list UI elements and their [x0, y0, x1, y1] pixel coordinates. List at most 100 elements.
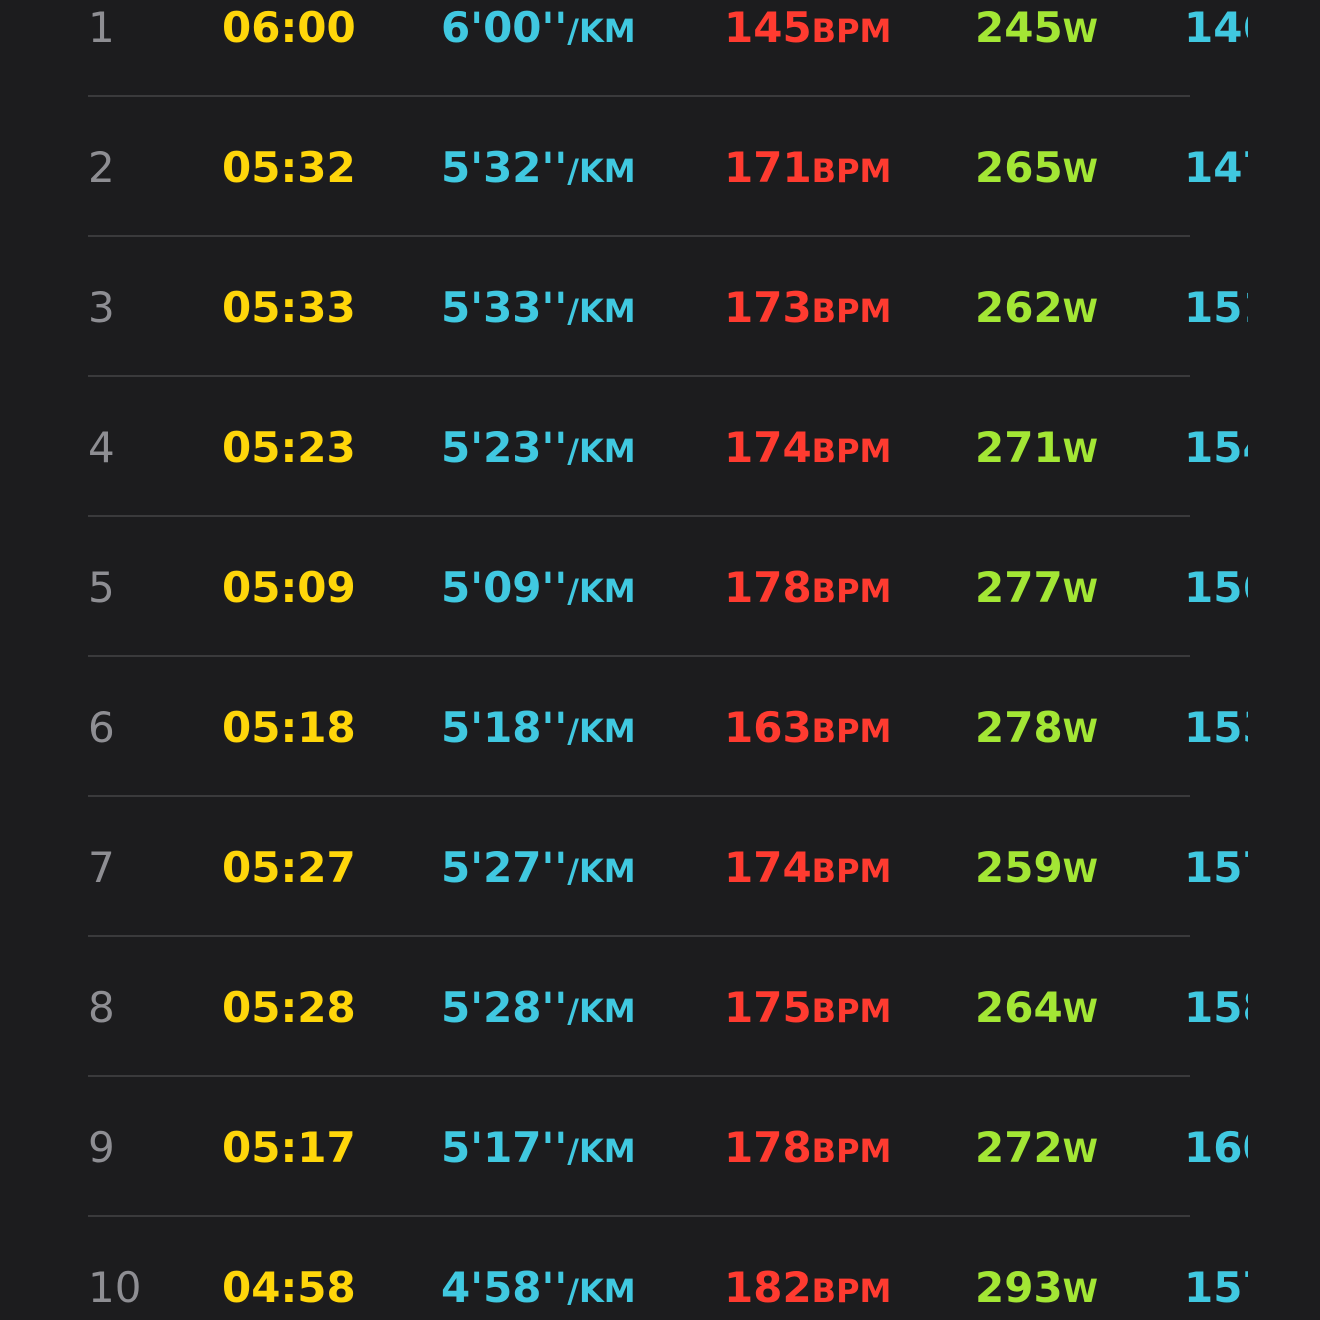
split-power: 245W [975, 7, 1098, 49]
split-time-value: 05:17 [222, 1123, 356, 1172]
split-row[interactable]: 10 04:58 4'58''/KM 182BPM 293W 157 [0, 1218, 1320, 1320]
cadence-value: 154 [1184, 427, 1248, 469]
split-pace-value: 5'27'' [441, 843, 568, 892]
split-index-value: 2 [88, 143, 115, 192]
split-heart-rate: 178BPM [724, 567, 891, 609]
split-heart-rate: 178BPM [724, 1127, 891, 1169]
heart-rate-unit: BPM [811, 1132, 892, 1170]
split-index: 1 [88, 7, 115, 49]
cadence-value: 158 [1184, 987, 1248, 1029]
split-time: 05:17 [222, 1127, 356, 1169]
split-pace-value: 5'28'' [441, 983, 568, 1032]
split-cadence: 146 [1184, 7, 1248, 49]
power-unit: W [1062, 852, 1098, 890]
split-time-value: 05:33 [222, 283, 356, 332]
row-divider [88, 655, 1190, 657]
row-divider [88, 1215, 1190, 1217]
pace-unit: /KM [567, 992, 636, 1030]
pace-unit: /KM [567, 432, 636, 470]
split-time: 05:18 [222, 707, 356, 749]
split-time-value: 04:58 [222, 1263, 356, 1312]
split-power: 265W [975, 147, 1098, 189]
splits-screen: 106:006'00''/KM145BPM245W146205:325'32''… [0, 0, 1320, 1320]
split-heart-rate: 145BPM [724, 7, 891, 49]
heart-rate-value: 163 [724, 703, 812, 752]
split-cadence: 158 [1184, 987, 1248, 1029]
row-divider [88, 935, 1190, 937]
split-time: 05:27 [222, 847, 356, 889]
heart-rate-unit: BPM [811, 712, 892, 750]
split-cadence: 153 [1184, 707, 1248, 749]
split-cadence: 151 [1184, 287, 1248, 329]
split-row[interactable]: 5 05:09 5'09''/KM 178BPM 277W 156 [0, 518, 1320, 658]
split-pace: 6'00''/KM [441, 7, 636, 49]
cadence-value: 153 [1184, 707, 1248, 749]
row-divider [88, 95, 1190, 97]
split-power: 277W [975, 567, 1098, 609]
heart-rate-unit: BPM [811, 1272, 892, 1310]
power-value: 262 [975, 283, 1063, 332]
power-unit: W [1062, 12, 1098, 50]
split-heart-rate: 174BPM [724, 847, 891, 889]
power-value: 293 [975, 1263, 1063, 1312]
split-time: 05:28 [222, 987, 356, 1029]
power-unit: W [1062, 712, 1098, 750]
split-pace-value: 5'33'' [441, 283, 568, 332]
cadence-value: 157 [1184, 1267, 1248, 1309]
split-row[interactable]: 8 05:28 5'28''/KM 175BPM 264W 158 [0, 938, 1320, 1078]
split-power: 271W [975, 427, 1098, 469]
split-index-value: 9 [88, 1123, 115, 1172]
row-divider [88, 515, 1190, 517]
split-row[interactable]: 9 05:17 5'17''/KM 178BPM 272W 160 [0, 1078, 1320, 1218]
split-heart-rate: 173BPM [724, 287, 891, 329]
power-value: 265 [975, 143, 1063, 192]
split-index-value: 1 [88, 3, 115, 52]
split-index-value: 10 [88, 1263, 142, 1312]
split-time: 05:09 [222, 567, 356, 609]
cadence-value: 146 [1184, 7, 1248, 49]
heart-rate-value: 178 [724, 563, 812, 612]
heart-rate-value: 175 [724, 983, 812, 1032]
heart-rate-unit: BPM [811, 852, 892, 890]
split-time-value: 05:28 [222, 983, 356, 1032]
cadence-value: 151 [1184, 287, 1248, 329]
split-row[interactable]: 2 05:32 5'32''/KM 171BPM 265W 147 [0, 98, 1320, 238]
power-value: 259 [975, 843, 1063, 892]
split-pace-value: 5'09'' [441, 563, 568, 612]
split-index: 6 [88, 707, 115, 749]
power-unit: W [1062, 152, 1098, 190]
split-row[interactable]: 1 06:00 6'00''/KM 145BPM 245W 146 [0, 0, 1320, 98]
split-time: 04:58 [222, 1267, 356, 1309]
split-power: 272W [975, 1127, 1098, 1169]
split-index: 10 [88, 1267, 141, 1309]
heart-rate-unit: BPM [811, 292, 892, 330]
row-divider [88, 1075, 1190, 1077]
power-value: 272 [975, 1123, 1063, 1172]
split-time: 05:23 [222, 427, 356, 469]
split-row[interactable]: 7 05:27 5'27''/KM 174BPM 259W 157 [0, 798, 1320, 938]
split-cadence: 154 [1184, 427, 1248, 469]
row-divider [88, 235, 1190, 237]
split-index-value: 4 [88, 423, 115, 472]
split-index-value: 6 [88, 703, 115, 752]
row-divider [88, 795, 1190, 797]
power-value: 264 [975, 983, 1063, 1032]
split-time-value: 05:09 [222, 563, 356, 612]
split-pace: 5'28''/KM [441, 987, 636, 1029]
power-unit: W [1062, 1272, 1098, 1310]
heart-rate-unit: BPM [811, 572, 892, 610]
split-power: 278W [975, 707, 1098, 749]
power-unit: W [1062, 572, 1098, 610]
split-heart-rate: 163BPM [724, 707, 891, 749]
split-power: 293W [975, 1267, 1098, 1309]
split-row[interactable]: 3 05:33 5'33''/KM 173BPM 262W 151 [0, 238, 1320, 378]
power-unit: W [1062, 432, 1098, 470]
split-pace: 5'27''/KM [441, 847, 636, 889]
split-cadence: 156 [1184, 567, 1248, 609]
split-row[interactable]: 6 05:18 5'18''/KM 163BPM 278W 153 [0, 658, 1320, 798]
split-pace: 4'58''/KM [441, 1267, 636, 1309]
split-heart-rate: 182BPM [724, 1267, 891, 1309]
split-index: 2 [88, 147, 115, 189]
split-row[interactable]: 4 05:23 5'23''/KM 174BPM 271W 154 [0, 378, 1320, 518]
split-pace: 5'17''/KM [441, 1127, 636, 1169]
